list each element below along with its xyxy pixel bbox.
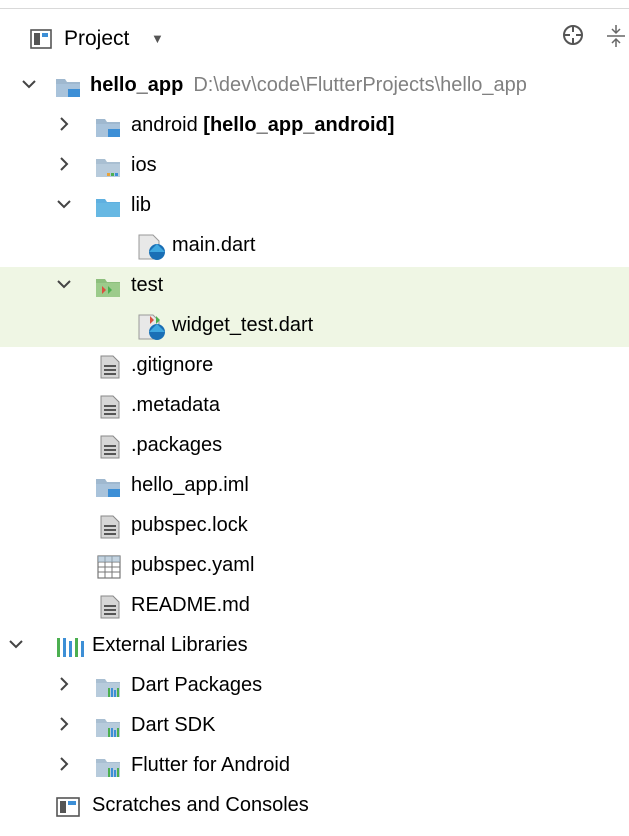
chevron-right-icon[interactable] <box>56 116 72 132</box>
chevron-down-icon[interactable]: ▼ <box>151 31 164 46</box>
tree-item-scratches-and-consoles[interactable]: Scratches and Consoles <box>0 787 629 827</box>
library-folder-icon <box>96 719 120 737</box>
yaml-file-icon <box>97 555 121 579</box>
tree-item-label: .packages <box>131 434 223 456</box>
chevron-right-icon[interactable] <box>56 716 72 732</box>
project-view-title[interactable]: Project <box>64 27 129 51</box>
tree-item-label: .gitignore <box>131 354 214 376</box>
tree-item-widget-test-dart[interactable]: widget_test.dart <box>0 307 629 347</box>
collapse-all-icon[interactable] <box>605 23 627 49</box>
tree-item-dart-packages[interactable]: Dart Packages <box>0 667 629 707</box>
locate-file-icon[interactable] <box>561 23 585 47</box>
test-folder-icon <box>96 279 120 297</box>
module-file-icon <box>96 479 120 497</box>
project-view-icon <box>30 29 52 49</box>
library-folder-icon <box>96 759 120 777</box>
tree-item-ios[interactable]: ios <box>0 147 629 187</box>
tree-item-readme[interactable]: README.md <box>0 587 629 627</box>
tree-item-label: Dart SDK <box>131 714 216 736</box>
folder-icon <box>96 159 120 177</box>
text-file-icon <box>100 435 120 459</box>
chevron-right-icon[interactable] <box>56 756 72 772</box>
tree-item-label: README.md <box>131 594 250 616</box>
tree-item-label: Flutter for Android <box>131 754 290 776</box>
tree-item-label: Dart Packages <box>131 674 263 696</box>
root-name: hello_app <box>90 74 184 96</box>
chevron-right-icon[interactable] <box>56 676 72 692</box>
tree-item-hello-app-iml[interactable]: hello_app.iml <box>0 467 629 507</box>
chevron-right-icon[interactable] <box>56 156 72 172</box>
tree-item-pubspec-yaml[interactable]: pubspec.yaml <box>0 547 629 587</box>
library-folder-icon <box>96 679 120 697</box>
root-path: D:\dev\code\FlutterProjects\hello_app <box>193 74 527 96</box>
tree-item-label: hello_app.iml <box>131 474 249 496</box>
tree-item-label: .metadata <box>131 394 220 416</box>
tree-item-label: External Libraries <box>92 634 248 656</box>
text-file-icon <box>100 355 120 379</box>
tree-item-label: test <box>131 274 164 296</box>
dart-test-file-icon <box>138 314 165 340</box>
tree-item-pubspec-lock[interactable]: pubspec.lock <box>0 507 629 547</box>
tree-item-android[interactable]: android [hello_app_android] <box>0 107 629 147</box>
chevron-down-icon[interactable] <box>56 196 72 212</box>
tree-item-flutter-for-android[interactable]: Flutter for Android <box>0 747 629 787</box>
tree-item-label: widget_test.dart <box>172 314 314 336</box>
library-icon <box>57 638 84 657</box>
chevron-down-icon[interactable] <box>8 636 24 652</box>
tree-item-gitignore[interactable]: .gitignore <box>0 347 629 387</box>
tree-item-label: pubspec.yaml <box>131 554 255 576</box>
text-file-icon <box>100 515 120 539</box>
tree-item-main-dart[interactable]: main.dart <box>0 227 629 267</box>
tree-item-label: lib <box>131 194 152 216</box>
tree-item-metadata[interactable]: .metadata <box>0 387 629 427</box>
tree-item-label: main.dart <box>172 234 256 256</box>
dart-file-icon <box>138 234 165 260</box>
module-folder-icon <box>96 119 120 137</box>
chevron-down-icon[interactable] <box>56 276 72 292</box>
chevron-down-icon[interactable] <box>21 76 37 92</box>
android-module: [hello_app_android] <box>203 114 395 136</box>
tree-item-label: hello_app D:\dev\code\FlutterProjects\hel… <box>90 74 527 97</box>
tree-item-external-libraries[interactable]: External Libraries <box>0 627 629 667</box>
android-name: android <box>131 114 198 136</box>
tree-item-dart-sdk[interactable]: Dart SDK <box>0 707 629 747</box>
tree-item-lib[interactable]: lib <box>0 187 629 227</box>
folder-icon <box>96 199 120 217</box>
text-file-icon <box>100 395 120 419</box>
tree-item-test[interactable]: test <box>0 267 629 307</box>
module-folder-icon <box>56 79 80 97</box>
project-toolbar: Project ▼ <box>0 9 629 65</box>
tree-item-packages[interactable]: .packages <box>0 427 629 467</box>
tree-item-label: Scratches and Consoles <box>92 794 309 816</box>
top-border <box>0 0 629 9</box>
tree-item-hello-app[interactable]: hello_app D:\dev\code\FlutterProjects\hel… <box>0 67 629 107</box>
scratches-icon <box>56 797 80 817</box>
tree-item-label: ios <box>131 154 157 176</box>
tree-item-label: pubspec.lock <box>131 514 248 536</box>
text-file-icon <box>100 595 120 619</box>
tree-item-label: android [hello_app_android] <box>131 114 394 137</box>
